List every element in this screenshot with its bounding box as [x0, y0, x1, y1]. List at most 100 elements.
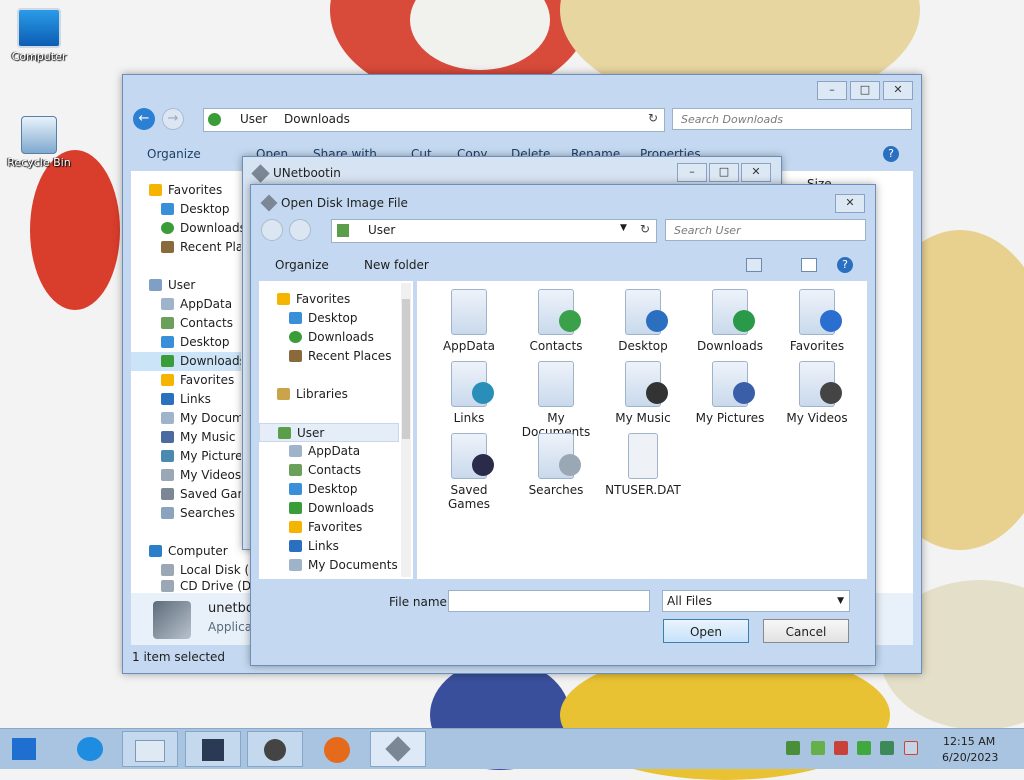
breadcrumb-user[interactable]: User: [368, 223, 395, 237]
nav-item[interactable]: Saved Games: [161, 485, 241, 504]
camera-app-icon[interactable]: [247, 731, 303, 767]
help-icon[interactable]: ?: [837, 257, 853, 273]
explorer-search-input[interactable]: Search Downloads: [672, 108, 912, 130]
dialog-close-button[interactable]: ✕: [835, 194, 865, 213]
folder-item[interactable]: My Documents: [516, 361, 596, 439]
folder-item[interactable]: Downloads: [690, 289, 770, 353]
cut-button[interactable]: Cut: [411, 147, 432, 156]
back-button[interactable]: ←: [133, 108, 155, 130]
rename-button[interactable]: Rename: [571, 147, 620, 156]
properties-button[interactable]: Properties: [640, 147, 701, 156]
minimize-button[interactable]: –: [677, 163, 707, 182]
folder-item[interactable]: My Music: [603, 361, 683, 425]
file-explorer-icon[interactable]: [122, 731, 178, 767]
nav-computer[interactable]: Computer: [149, 542, 228, 561]
minimize-button[interactable]: –: [817, 81, 847, 100]
shield-icon[interactable]: [834, 741, 848, 755]
desktop-icon-computer[interactable]: Computer: [4, 8, 74, 63]
file-item[interactable]: NTUSER.DAT: [603, 433, 683, 497]
nav-item[interactable]: AppData: [289, 442, 360, 461]
nav-item[interactable]: Downloads: [289, 328, 374, 347]
file-name-input[interactable]: [448, 590, 650, 612]
close-button[interactable]: ✕: [741, 163, 771, 182]
network-tray-icon[interactable]: [786, 741, 800, 755]
nav-user[interactable]: User: [149, 276, 195, 295]
open-button[interactable]: Open: [663, 619, 749, 643]
monitor-tray-icon[interactable]: [880, 741, 894, 755]
nav-item[interactable]: Downloads: [289, 499, 374, 518]
nav-item[interactable]: My Documents: [161, 409, 241, 428]
nav-item[interactable]: Searches: [161, 504, 241, 523]
dialog-address-bar[interactable]: User ▼ ↻: [331, 219, 657, 243]
nav-item[interactable]: Desktop: [161, 333, 241, 352]
nav-favorites[interactable]: Favorites: [149, 181, 222, 200]
view-options-icon[interactable]: [746, 258, 762, 272]
folder-item[interactable]: Favorites: [777, 289, 857, 353]
file-type-select[interactable]: All Files ▼: [662, 590, 850, 612]
breadcrumb-user[interactable]: User: [240, 112, 267, 126]
flag-icon[interactable]: [857, 741, 871, 755]
clock-time[interactable]: 12:15 AM: [943, 735, 995, 748]
refresh-icon[interactable]: ↻: [648, 111, 658, 125]
folder-item[interactable]: Searches: [516, 433, 596, 497]
cancel-button[interactable]: Cancel: [763, 619, 849, 643]
nav-item[interactable]: My Music: [161, 428, 241, 447]
refresh-icon[interactable]: ↻: [640, 222, 650, 236]
share-with-menu[interactable]: Share with: [313, 147, 377, 156]
nav-item[interactable]: Favorites: [289, 518, 362, 537]
unetbootin-taskbar-icon[interactable]: [370, 731, 426, 767]
nav-item[interactable]: My Documents: [289, 556, 398, 575]
maximize-button[interactable]: □: [709, 163, 739, 182]
nav-item[interactable]: Downloads: [161, 219, 246, 238]
utorrent-tray-icon[interactable]: [811, 741, 825, 755]
nav-item[interactable]: Recent Places: [161, 238, 241, 257]
nav-item[interactable]: Contacts: [289, 461, 361, 480]
nav-item[interactable]: My Pictures: [161, 447, 241, 466]
desktop-icon-recycle-bin[interactable]: Recycle Bin: [4, 116, 74, 169]
delete-button[interactable]: Delete: [511, 147, 550, 156]
open-file-dialog[interactable]: Open Disk Image File ✕ User ▼ ↻ Search U…: [250, 184, 876, 666]
nav-item[interactable]: Contacts: [161, 314, 241, 333]
folder-item[interactable]: Links: [429, 361, 509, 425]
address-dropdown-icon[interactable]: ▼: [620, 223, 627, 233]
nav-item[interactable]: Desktop: [289, 480, 358, 499]
breadcrumb-downloads[interactable]: Downloads: [284, 112, 350, 126]
maximize-button[interactable]: □: [850, 81, 880, 100]
help-icon[interactable]: ?: [883, 146, 899, 162]
nav-item[interactable]: Desktop: [289, 309, 358, 328]
address-bar[interactable]: User Downloads ↻: [203, 108, 665, 132]
organize-menu[interactable]: Organize: [147, 147, 201, 161]
nav-item[interactable]: CD Drive (D:): [161, 577, 251, 593]
clock-date[interactable]: 6/20/2023: [942, 751, 998, 764]
folder-item[interactable]: Saved Games: [429, 433, 509, 511]
back-button[interactable]: [261, 219, 283, 241]
copy-button[interactable]: Copy: [457, 147, 487, 156]
forward-button[interactable]: [289, 219, 311, 241]
nav-libraries[interactable]: Libraries: [277, 385, 348, 404]
dialog-organize-menu[interactable]: Organize: [275, 258, 329, 272]
nav-item[interactable]: Links: [161, 390, 241, 409]
folder-item[interactable]: My Videos: [777, 361, 857, 425]
nav-favorites[interactable]: Favorites: [277, 290, 350, 309]
new-folder-button[interactable]: New folder: [364, 258, 429, 272]
nav-item[interactable]: Links: [289, 537, 339, 556]
dialog-search-input[interactable]: Search User: [665, 219, 866, 241]
close-button[interactable]: ✕: [883, 81, 913, 100]
folder-item[interactable]: Desktop: [603, 289, 683, 353]
media-player-icon[interactable]: [185, 731, 241, 767]
folder-item[interactable]: AppData: [429, 289, 509, 353]
preview-pane-icon[interactable]: [801, 258, 817, 272]
forward-button[interactable]: →: [162, 108, 184, 130]
nav-user[interactable]: User: [259, 423, 399, 442]
firefox-icon[interactable]: [309, 731, 365, 767]
nav-item[interactable]: Desktop: [161, 200, 230, 219]
open-menu[interactable]: Open: [256, 147, 288, 156]
nav-item[interactable]: My Videos: [161, 466, 241, 485]
nav-item[interactable]: Downloads: [131, 352, 241, 371]
nav-scrollbar[interactable]: [401, 283, 411, 577]
ie-icon[interactable]: [62, 731, 118, 767]
nav-item[interactable]: Favorites: [161, 371, 241, 390]
folder-item[interactable]: My Pictures: [690, 361, 770, 425]
folder-item[interactable]: Contacts: [516, 289, 596, 353]
nav-item[interactable]: Recent Places: [289, 347, 391, 366]
